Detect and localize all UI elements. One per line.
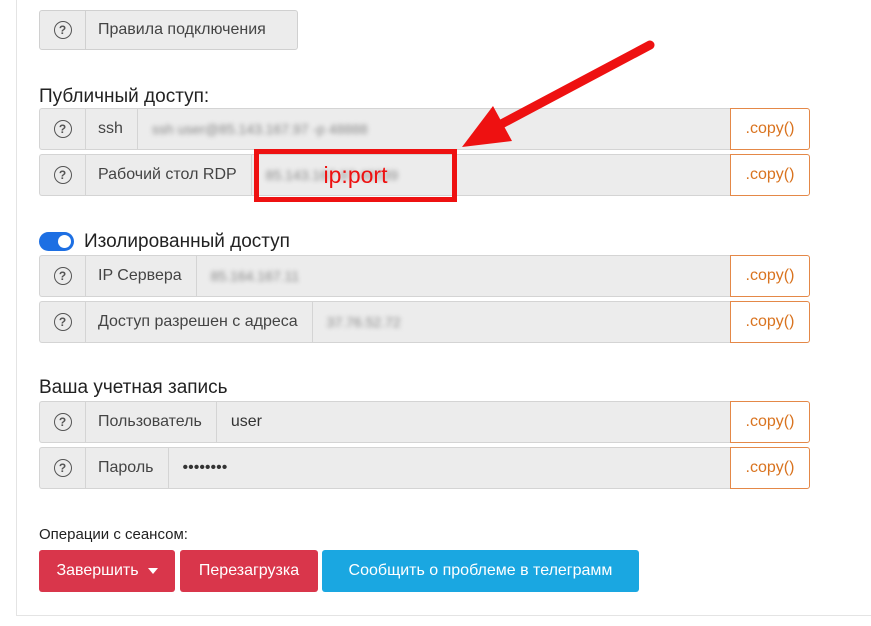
annotation-arrow-icon bbox=[462, 40, 655, 147]
